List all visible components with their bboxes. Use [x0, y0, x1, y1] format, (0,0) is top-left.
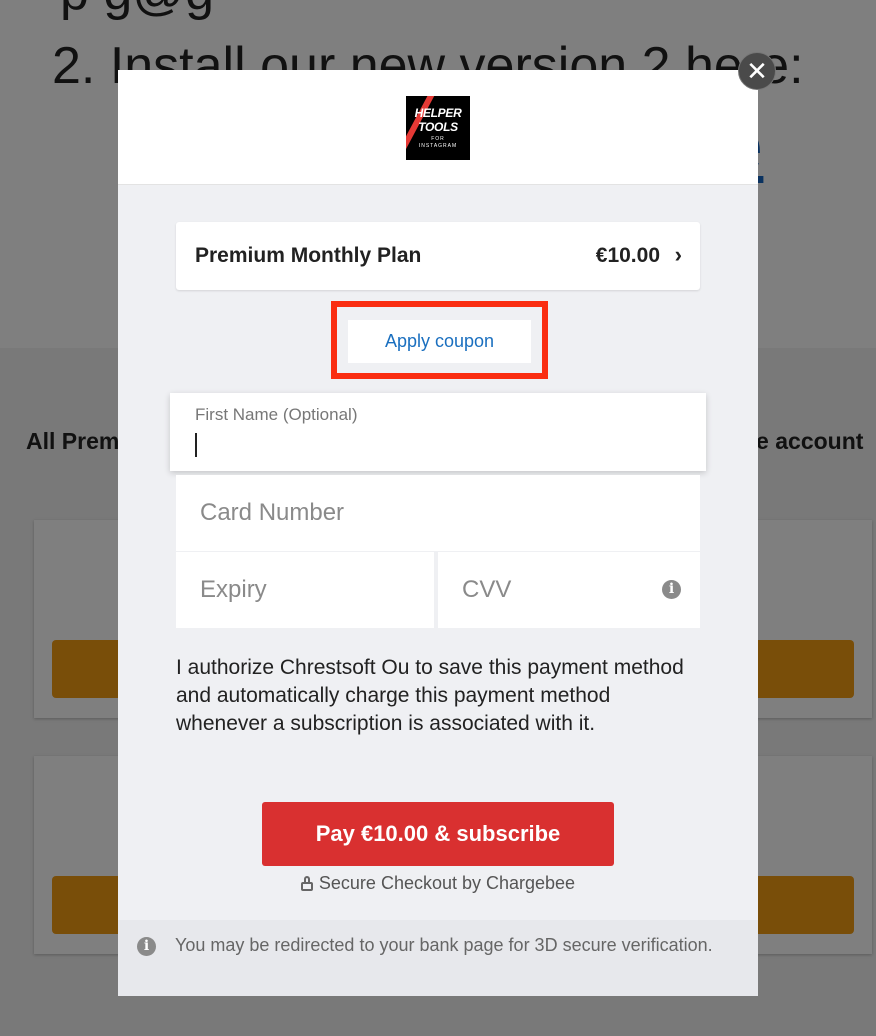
chevron-right-icon: › — [674, 242, 682, 267]
first-name-label: First Name (Optional) — [195, 405, 358, 424]
cvv-field[interactable]: CVV i — [438, 552, 700, 628]
logo-text: INSTAGRAM — [418, 143, 458, 149]
redirect-notice-text: You may be redirected to your bank page … — [175, 935, 713, 955]
card-number-field[interactable]: Card Number — [176, 475, 700, 551]
expiry-placeholder: Expiry — [200, 576, 267, 603]
expiry-field[interactable]: Expiry — [176, 552, 434, 628]
redirect-notice: i You may be redirected to your bank pag… — [118, 920, 758, 996]
secure-checkout-note: Secure Checkout by Chargebee — [118, 873, 758, 894]
close-icon[interactable]: ✕ — [738, 52, 776, 90]
plan-name: Premium Monthly Plan — [195, 244, 422, 267]
info-icon[interactable]: i — [662, 580, 681, 599]
checkout-modal: HELPER TOOLS FOR INSTAGRAM Premium Month… — [118, 70, 758, 996]
first-name-field[interactable]: First Name (Optional) — [170, 393, 706, 471]
cvv-placeholder: CVV — [462, 576, 512, 603]
lock-icon — [300, 876, 313, 891]
logo-text: HELPER — [414, 106, 462, 120]
authorization-text: I authorize Chrestsoft Ou to save this p… — [176, 656, 684, 735]
plan-summary[interactable]: Premium Monthly Plan €10.00 › — [176, 222, 700, 290]
modal-header: HELPER TOOLS FOR INSTAGRAM — [118, 70, 758, 185]
logo-text: FOR — [431, 136, 445, 142]
helper-tools-logo: HELPER TOOLS FOR INSTAGRAM — [406, 96, 470, 160]
text-cursor — [195, 433, 197, 457]
card-number-placeholder: Card Number — [200, 499, 345, 526]
pay-subscribe-button[interactable]: Pay €10.00 & subscribe — [262, 802, 614, 866]
plan-price: €10.00 — [595, 244, 660, 267]
secure-checkout-text: Secure Checkout by Chargebee — [318, 873, 576, 893]
logo-text: TOOLS — [418, 120, 458, 134]
apply-coupon-button[interactable]: Apply coupon — [348, 320, 531, 363]
info-icon: i — [137, 937, 156, 956]
